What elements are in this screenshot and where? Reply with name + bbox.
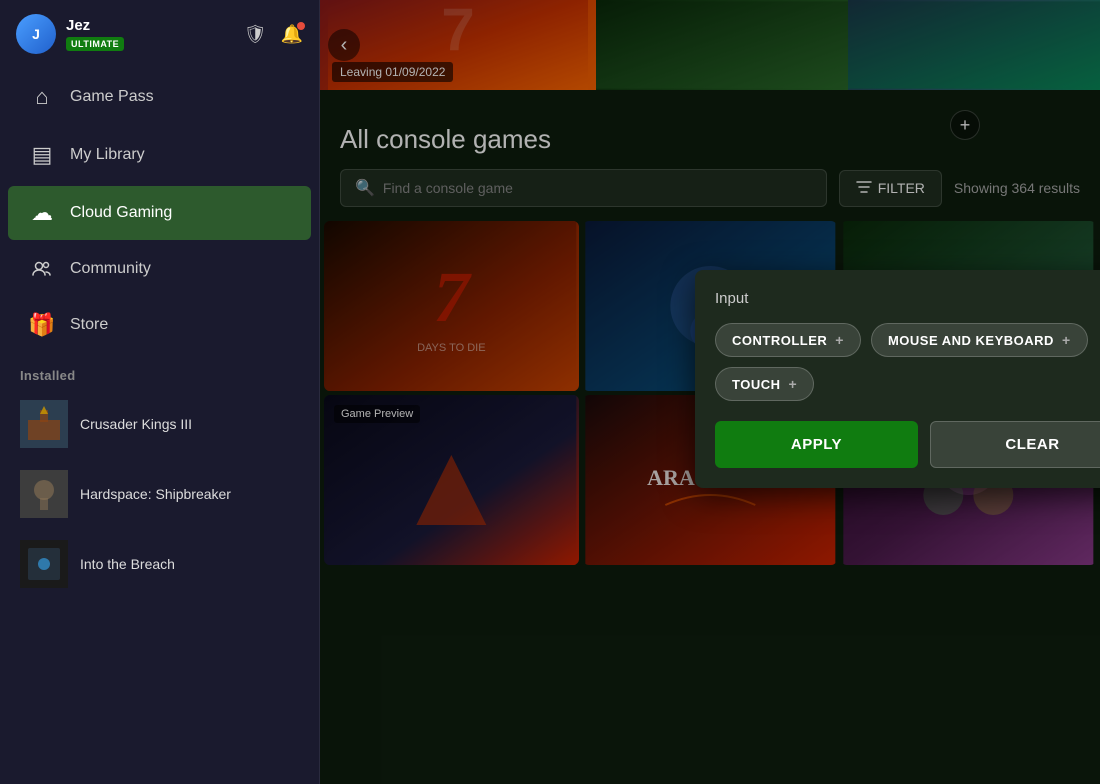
sidebar-item-cloud-gaming[interactable]: ☁ Cloud Gaming <box>8 186 311 240</box>
cloud-icon: ☁ <box>28 200 56 226</box>
profile-info: Jez ULTIMATE <box>66 17 234 52</box>
main-content: 🔍 ‹ 7 Leaving 01/09/2022 <box>320 0 1100 784</box>
filter-controller-label: CONTROLLER <box>732 333 827 348</box>
installed-game-name: Hardspace: Shipbreaker <box>80 486 231 502</box>
profile-name: Jez <box>66 17 234 34</box>
installed-game-name: Into the Breach <box>80 556 175 572</box>
shield-button[interactable]: 🛡 <box>244 24 267 45</box>
list-item[interactable]: Hardspace: Shipbreaker <box>0 460 319 528</box>
notifications-button[interactable]: 🔔 <box>281 24 303 45</box>
sidebar-item-label: Store <box>70 316 108 334</box>
installed-section-label: Installed <box>0 354 319 389</box>
community-icon <box>28 258 56 280</box>
list-item[interactable]: Into the Breach <box>0 530 319 598</box>
filter-touch-tag[interactable]: TOUCH + <box>715 367 814 401</box>
filter-controller-tag[interactable]: CONTROLLER + <box>715 323 861 357</box>
sidebar-item-label: Community <box>70 260 151 278</box>
filter-options: CONTROLLER + MOUSE AND KEYBOARD + <box>715 323 1100 357</box>
plus-icon: + <box>1062 332 1071 348</box>
shield-icon: 🛡 <box>244 24 267 45</box>
sidebar-item-game-pass[interactable]: ⌂ Game Pass <box>8 70 311 124</box>
filter-mouse-keyboard-tag[interactable]: MOUSE AND KEYBOARD + <box>871 323 1088 357</box>
filter-touch-row: TOUCH + <box>715 367 1100 401</box>
installed-game-name: Crusader Kings III <box>80 416 192 432</box>
clear-button[interactable]: CLEAR <box>930 421 1100 468</box>
sidebar-item-store[interactable]: 🎁 Store <box>8 298 311 352</box>
sidebar-item-community[interactable]: Community <box>8 244 311 294</box>
plus-icon: + <box>788 376 797 392</box>
plus-icon: + <box>835 332 844 348</box>
home-icon: ⌂ <box>28 84 56 110</box>
game-thumbnail <box>20 540 68 588</box>
filter-popup: Input CONTROLLER + MOUSE AND KEYBOARD + … <box>695 270 1100 488</box>
library-icon: ▤ <box>28 142 56 168</box>
profile-icons: 🛡 🔔 <box>244 24 303 45</box>
filter-mouse-keyboard-label: MOUSE AND KEYBOARD <box>888 333 1054 348</box>
profile-area: J Jez ULTIMATE 🛡 🔔 <box>0 0 319 68</box>
sidebar-item-label: Game Pass <box>70 88 154 106</box>
apply-button[interactable]: APPLY <box>715 421 918 468</box>
ultimate-badge: ULTIMATE <box>66 37 124 51</box>
sidebar: J Jez ULTIMATE 🛡 🔔 ⌂ Game Pass ▤ My Libr… <box>0 0 320 784</box>
game-thumbnail <box>20 400 68 448</box>
avatar: J <box>16 14 56 54</box>
game-thumbnail <box>20 470 68 518</box>
filter-touch-label: TOUCH <box>732 377 780 392</box>
list-item[interactable]: Crusader Kings III <box>0 390 319 458</box>
filter-popup-title: Input <box>715 290 1100 307</box>
notification-dot <box>297 22 305 30</box>
sidebar-item-my-library[interactable]: ▤ My Library <box>8 128 311 182</box>
sidebar-item-label: My Library <box>70 146 145 164</box>
sidebar-item-label: Cloud Gaming <box>70 204 172 222</box>
store-icon: 🎁 <box>28 312 56 338</box>
filter-actions: APPLY CLEAR <box>715 421 1100 468</box>
